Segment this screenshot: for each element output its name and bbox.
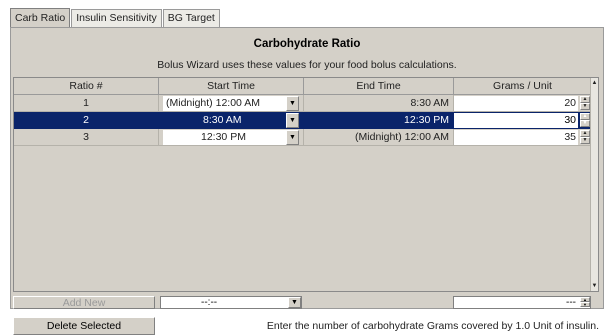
grams-cell: 35 ▲ ▼ <box>454 129 592 146</box>
tab-insulin-sensitivity[interactable]: Insulin Sensitivity <box>71 9 162 27</box>
ratio-number-cell: 3 <box>14 129 159 146</box>
start-time-cell: 8:30 AM ▼ <box>159 112 304 129</box>
spin-down-icon[interactable]: ▼ <box>580 137 590 144</box>
grams-spinner[interactable]: ▲ ▼ <box>580 130 590 145</box>
grams-input[interactable]: 20 <box>454 96 578 111</box>
tab-bg-target[interactable]: BG Target <box>162 9 220 27</box>
chevron-down-icon[interactable]: ▼ <box>286 130 299 145</box>
footer-row: Delete Selected Enter the number of carb… <box>13 317 601 335</box>
grams-cell: 30 ▲ ▼ <box>454 112 592 129</box>
spin-up-icon[interactable]: ▲ <box>580 96 590 103</box>
delete-selected-button[interactable]: Delete Selected <box>13 317 155 335</box>
end-time-cell: 12:30 PM <box>304 112 454 129</box>
grams-spinner[interactable]: ▲ ▼ <box>580 113 590 128</box>
start-time-value: (Midnight) 12:00 AM <box>166 97 260 109</box>
table-scrollbar[interactable]: ▲ ▼ <box>590 78 598 291</box>
scroll-down-icon[interactable]: ▼ <box>591 281 598 291</box>
start-time-value: 8:30 AM <box>203 114 242 126</box>
start-time-dropdown[interactable]: 8:30 AM ▼ <box>163 113 299 128</box>
column-header-end-time[interactable]: End Time <box>304 78 454 95</box>
chevron-down-icon[interactable]: ▼ <box>288 297 301 308</box>
new-entry-row: Add New --:-- ▼ --- ▲ ▼ <box>13 296 601 309</box>
end-time-cell: (Midnight) 12:00 AM <box>304 129 454 146</box>
grams-input[interactable]: 30 <box>454 113 578 128</box>
column-header-ratio[interactable]: Ratio # <box>14 78 159 95</box>
add-new-button[interactable]: Add New <box>13 296 155 309</box>
start-time-cell: 12:30 PM ▼ <box>159 129 304 146</box>
table-row-selected[interactable]: 2 8:30 AM ▼ 12:30 PM 30 ▲ ▼ <box>14 112 592 129</box>
new-grams-input[interactable]: --- ▲ ▼ <box>453 296 591 309</box>
tab-carb-ratio[interactable]: Carb Ratio <box>10 8 71 28</box>
tab-bar: Carb Ratio Insulin Sensitivity BG Target <box>10 7 221 28</box>
spin-down-icon[interactable]: ▼ <box>580 302 590 307</box>
panel-title: Carbohydrate Ratio <box>253 38 361 50</box>
table-row[interactable]: 3 12:30 PM ▼ (Midnight) 12:00 AM 35 ▲ ▼ <box>14 129 592 146</box>
new-start-time-value: --:-- <box>201 297 218 308</box>
column-header-start-time[interactable]: Start Time <box>159 78 304 95</box>
spin-up-icon[interactable]: ▲ <box>580 130 590 137</box>
table-row[interactable]: 1 (Midnight) 12:00 AM ▼ 8:30 AM 20 ▲ ▼ <box>14 95 592 112</box>
start-time-cell: (Midnight) 12:00 AM ▼ <box>159 95 304 112</box>
grams-input[interactable]: 35 <box>454 130 578 145</box>
spin-down-icon[interactable]: ▼ <box>580 120 590 127</box>
ratio-number-cell: 2 <box>14 112 159 129</box>
carb-ratio-panel: Carbohydrate Ratio Bolus Wizard uses the… <box>10 27 604 335</box>
ratio-table: Ratio # Start Time End Time Grams / Unit… <box>13 77 599 292</box>
spin-down-icon[interactable]: ▼ <box>580 103 590 110</box>
new-grams-value: --- <box>566 297 576 308</box>
new-grams-spinner[interactable]: ▲ ▼ <box>580 297 590 308</box>
instruction-text: Enter the number of carbohydrate Grams c… <box>266 320 599 332</box>
start-time-dropdown[interactable]: 12:30 PM ▼ <box>163 130 299 145</box>
grams-cell: 20 ▲ ▼ <box>454 95 592 112</box>
spin-up-icon[interactable]: ▲ <box>580 113 590 120</box>
new-start-time-dropdown[interactable]: --:-- ▼ <box>160 296 302 309</box>
panel-subtitle: Bolus Wizard uses these values for your … <box>157 59 457 71</box>
chevron-down-icon[interactable]: ▼ <box>286 96 299 111</box>
chevron-down-icon[interactable]: ▼ <box>286 113 299 128</box>
start-time-dropdown[interactable]: (Midnight) 12:00 AM ▼ <box>163 96 299 111</box>
column-header-grams-per-unit[interactable]: Grams / Unit <box>454 78 592 95</box>
grams-spinner[interactable]: ▲ ▼ <box>580 96 590 111</box>
scroll-up-icon[interactable]: ▲ <box>591 78 598 88</box>
end-time-cell: 8:30 AM <box>304 95 454 112</box>
ratio-number-cell: 1 <box>14 95 159 112</box>
start-time-value: 12:30 PM <box>201 131 246 143</box>
